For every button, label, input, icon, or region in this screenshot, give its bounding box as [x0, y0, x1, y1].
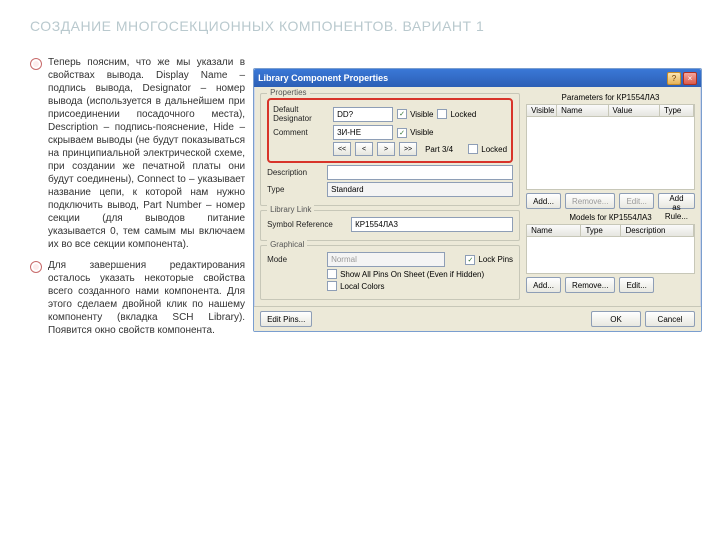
left-column: Теперь поясним, что же мы указали в свой… — [30, 20, 245, 520]
nav-next-button[interactable]: > — [377, 142, 395, 156]
local-colors-check[interactable]: Local Colors — [327, 281, 384, 291]
edit-pins-button[interactable]: Edit Pins... — [260, 311, 312, 327]
models-table[interactable]: Name Type Description — [526, 224, 695, 274]
group-properties: Properties Default Designator ✓Visible L… — [260, 93, 520, 206]
bullet-icon — [30, 58, 42, 70]
label-designator: Default Designator — [273, 105, 329, 123]
mcol-name[interactable]: Name — [527, 225, 581, 236]
window-title: Library Component Properties — [258, 73, 665, 83]
label-mode: Mode — [267, 255, 323, 264]
nav-last-button[interactable]: >> — [399, 142, 417, 156]
label-type: Type — [267, 185, 323, 194]
group-parameters: Parameters for КР1554ЛА3 Visible Name Va… — [526, 93, 695, 209]
bullet-icon — [30, 261, 42, 273]
part-indicator: Part 3/4 — [425, 145, 453, 154]
label-symbolref: Symbol Reference — [267, 220, 347, 229]
nav-first-button[interactable]: << — [333, 142, 351, 156]
mcol-desc[interactable]: Description — [621, 225, 694, 236]
titlebar: Library Component Properties ? × — [254, 69, 701, 87]
nav-prev-button[interactable]: < — [355, 142, 373, 156]
parameters-table[interactable]: Visible Name Value Type — [526, 104, 695, 190]
right-column: Library Component Properties ? × Propert… — [253, 20, 702, 520]
legend-properties: Properties — [267, 88, 309, 97]
cancel-button[interactable]: Cancel — [645, 311, 695, 327]
slide-title: СОЗДАНИЕ МНОГОСЕКЦИОННЫХ КОМПОНЕНТОВ. ВА… — [30, 18, 484, 34]
legend-liblink: Library Link — [267, 205, 314, 214]
mcol-type[interactable]: Type — [581, 225, 621, 236]
label-comment: Comment — [273, 128, 329, 137]
col-type[interactable]: Type — [660, 105, 694, 116]
group-models: Models for КР1554ЛА3 Name Type Descripti… — [526, 213, 695, 293]
part-locked-check[interactable]: Locked — [468, 144, 507, 154]
model-remove-button[interactable]: Remove... — [565, 277, 615, 293]
col-value[interactable]: Value — [609, 105, 660, 116]
close-button[interactable]: × — [683, 72, 697, 85]
paragraph-1: Теперь поясним, что же мы указали в свой… — [48, 56, 245, 251]
col-name[interactable]: Name — [557, 105, 608, 116]
mode-select[interactable] — [327, 252, 445, 267]
show-all-pins-check[interactable]: Show All Pins On Sheet (Even if Hidden) — [327, 269, 484, 279]
parameters-title: Parameters for КР1554ЛА3 — [526, 93, 695, 102]
model-add-button[interactable]: Add... — [526, 277, 561, 293]
models-title: Models for КР1554ЛА3 — [526, 213, 695, 222]
lock-pins-check[interactable]: ✓Lock Pins — [465, 255, 513, 265]
param-remove-button[interactable]: Remove... — [565, 193, 615, 209]
ok-button[interactable]: OK — [591, 311, 641, 327]
description-input[interactable] — [327, 165, 513, 180]
designator-locked-check[interactable]: Locked — [437, 109, 476, 119]
symbolref-input[interactable] — [351, 217, 513, 232]
highlight-box: Default Designator ✓Visible Locked Comme… — [267, 98, 513, 163]
group-graphical: Graphical Mode ✓Lock Pins Show All Pins … — [260, 245, 520, 300]
col-visible[interactable]: Visible — [527, 105, 557, 116]
dialog-window: Library Component Properties ? × Propert… — [253, 68, 702, 332]
comment-visible-check[interactable]: ✓Visible — [397, 128, 433, 138]
comment-input[interactable] — [333, 125, 393, 140]
help-button[interactable]: ? — [667, 72, 681, 85]
group-library-link: Library Link Symbol Reference — [260, 210, 520, 241]
designator-input[interactable] — [333, 107, 393, 122]
type-select[interactable] — [327, 182, 513, 197]
label-description: Description — [267, 168, 323, 177]
designator-visible-check[interactable]: ✓Visible — [397, 109, 433, 119]
paragraph-2: Для завершения редактирования осталось у… — [48, 259, 245, 337]
legend-graphical: Graphical — [267, 240, 307, 249]
param-edit-button[interactable]: Edit... — [619, 193, 653, 209]
add-as-rule-button[interactable]: Add as Rule... — [658, 193, 695, 209]
param-add-button[interactable]: Add... — [526, 193, 561, 209]
model-edit-button[interactable]: Edit... — [619, 277, 653, 293]
